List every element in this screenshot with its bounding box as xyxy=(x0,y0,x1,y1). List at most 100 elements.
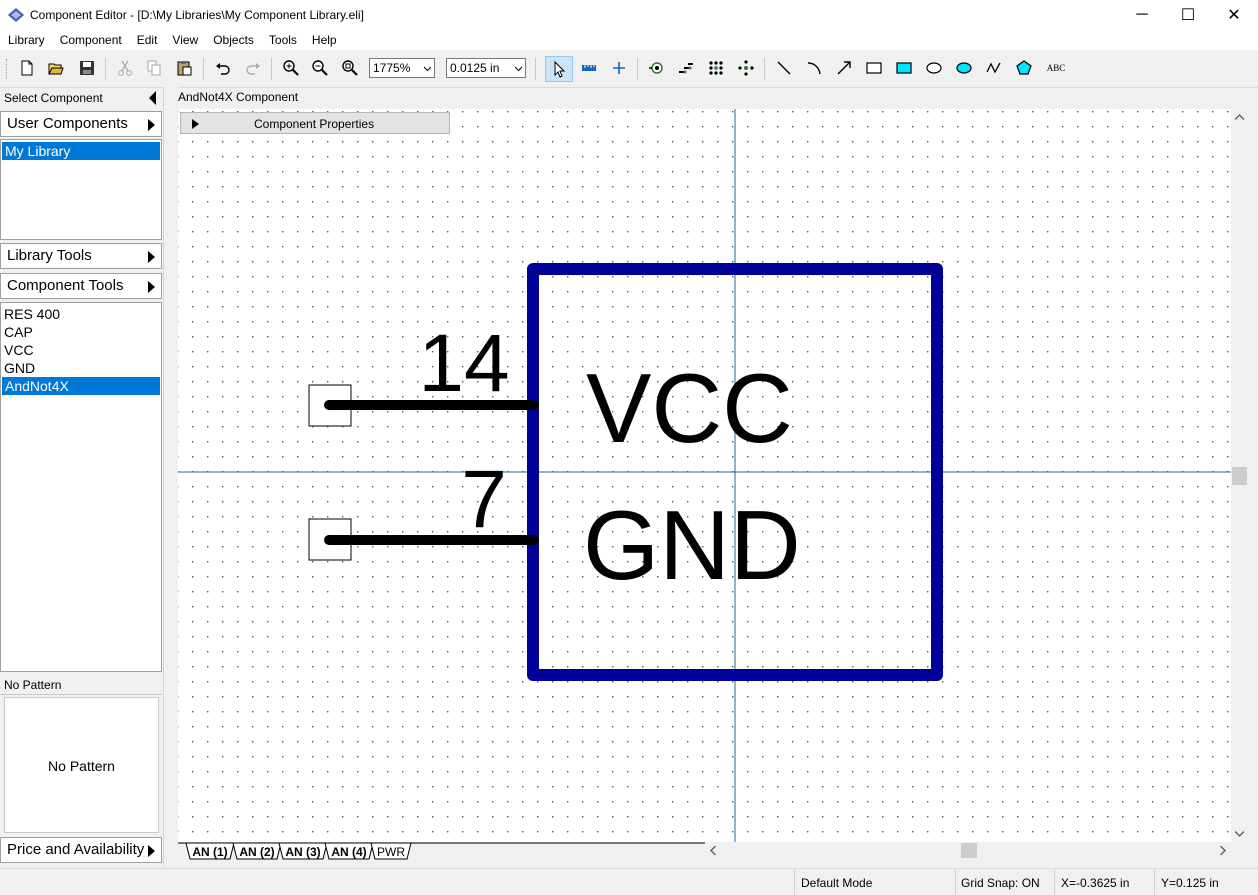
divider xyxy=(955,869,956,895)
tab-strip: AN (1) AN (2) AN (3) AN (4) PWR xyxy=(178,842,705,862)
pin-grid-icon[interactable] xyxy=(705,57,727,79)
polyline-tool-icon[interactable] xyxy=(983,57,1005,79)
pin-cross-icon[interactable] xyxy=(735,57,757,79)
toolbar-separator xyxy=(535,58,536,80)
select-pointer-icon[interactable] xyxy=(545,56,573,82)
redo-icon[interactable] xyxy=(242,57,264,79)
toolbar-separator xyxy=(203,58,204,80)
component-item-gnd[interactable]: GND xyxy=(1,359,161,377)
grid-size-select[interactable]: 0.0125 in xyxy=(446,58,526,78)
user-components-label: User Components xyxy=(7,115,128,132)
expand-arrow-icon xyxy=(148,845,155,857)
add-pin-icon[interactable] xyxy=(645,57,667,79)
zoom-select[interactable]: 1775% xyxy=(369,58,435,78)
component-item-cap[interactable]: CAP xyxy=(1,323,161,341)
divider xyxy=(794,869,795,895)
component-item-vcc[interactable]: VCC xyxy=(1,341,161,359)
tab-an-1[interactable]: AN (1) xyxy=(185,842,235,860)
minimize-button[interactable]: ─ xyxy=(1119,0,1165,30)
panel-splitter[interactable] xyxy=(163,87,178,867)
save-icon[interactable] xyxy=(76,57,98,79)
scroll-up-icon[interactable] xyxy=(1235,114,1244,120)
zoom-out-icon[interactable] xyxy=(309,57,331,79)
vertical-scrollbar[interactable] xyxy=(1231,109,1248,842)
toolbar: 1775% 0.0125 in ABC xyxy=(0,50,1258,88)
maximize-button[interactable]: ☐ xyxy=(1165,0,1211,30)
tab-an-4[interactable]: AN (4) xyxy=(324,842,374,860)
crosshair-icon[interactable] xyxy=(608,57,630,79)
arrow-tool-icon[interactable] xyxy=(833,57,855,79)
component-tools-label: Component Tools xyxy=(7,277,124,294)
canvas-title: AndNot4X Component xyxy=(178,90,299,104)
zoom-fit-icon[interactable] xyxy=(339,57,361,79)
menu-component[interactable]: Component xyxy=(52,30,129,50)
close-button[interactable]: ✕ xyxy=(1211,0,1257,30)
new-icon[interactable] xyxy=(16,57,38,79)
component-tools-button[interactable]: Component Tools xyxy=(0,273,162,299)
arc-tool-icon[interactable] xyxy=(803,57,825,79)
menu-library[interactable]: Library xyxy=(0,30,52,50)
open-icon[interactable] xyxy=(45,57,67,79)
zoom-in-icon[interactable] xyxy=(280,57,302,79)
pattern-preview-text: No Pattern xyxy=(48,758,115,774)
horizontal-scrollbar[interactable] xyxy=(705,842,1231,859)
component-properties-bar[interactable]: Component Properties xyxy=(180,112,450,134)
copy-icon[interactable] xyxy=(143,57,165,79)
library-tools-button[interactable]: Library Tools xyxy=(0,243,162,269)
collapse-panel-icon[interactable] xyxy=(149,91,156,105)
user-components-button[interactable]: User Components xyxy=(0,111,162,137)
menu-objects[interactable]: Objects xyxy=(205,30,261,50)
filled-ellipse-tool-icon[interactable] xyxy=(953,57,975,79)
select-component-label: Select Component xyxy=(4,91,103,105)
scroll-down-icon[interactable] xyxy=(1235,831,1244,837)
text-tool-icon[interactable]: ABC xyxy=(1043,57,1069,79)
menu-tools[interactable]: Tools xyxy=(261,30,304,50)
vertical-scroll-thumb[interactable] xyxy=(1232,467,1247,485)
filled-rectangle-tool-icon[interactable] xyxy=(893,57,915,79)
price-availability-button[interactable]: Price and Availability xyxy=(0,837,162,863)
tab-label: AN (3) xyxy=(285,845,320,859)
status-grid-snap: Grid Snap: ON xyxy=(961,876,1040,890)
toolbar-separator xyxy=(271,58,272,80)
tab-an-2[interactable]: AN (2) xyxy=(232,842,282,860)
ellipse-tool-icon[interactable] xyxy=(923,57,945,79)
toolbar-separator xyxy=(764,58,765,80)
paste-icon[interactable] xyxy=(173,57,195,79)
rectangle-tool-icon[interactable] xyxy=(863,57,885,79)
component-item-andnot4x[interactable]: AndNot4X xyxy=(2,377,160,395)
expand-arrow-icon xyxy=(148,251,155,263)
menu-view[interactable]: View xyxy=(164,30,205,50)
expand-arrow-icon xyxy=(148,281,155,293)
window-title: Component Editor - [D:\My Libraries\My C… xyxy=(30,8,364,22)
tab-label: AN (1) xyxy=(192,845,227,859)
drawing-canvas[interactable]: 14 VCC 7 GND xyxy=(178,109,1231,842)
polygon-tool-icon[interactable] xyxy=(1013,57,1035,79)
undo-icon[interactable] xyxy=(212,57,234,79)
menu-edit[interactable]: Edit xyxy=(129,30,165,50)
schematic-drawing[interactable]: 14 VCC 7 GND xyxy=(178,109,1231,842)
component-list[interactable]: RES 400 CAP VCC GND AndNot4X xyxy=(0,302,162,672)
library-item-my-library[interactable]: My Library xyxy=(2,142,160,160)
horizontal-scroll-thumb[interactable] xyxy=(961,843,977,858)
divider xyxy=(1154,869,1155,895)
pin-array-icon[interactable] xyxy=(675,57,697,79)
pin-name: VCC xyxy=(586,353,793,463)
scroll-right-icon[interactable] xyxy=(1220,846,1226,855)
menu-help[interactable]: Help xyxy=(304,30,344,50)
component-item-res400[interactable]: RES 400 xyxy=(1,305,161,323)
library-list[interactable]: My Library xyxy=(0,139,162,240)
toolbar-separator xyxy=(105,58,106,80)
scroll-left-icon[interactable] xyxy=(710,846,716,855)
ruler-icon[interactable] xyxy=(578,57,600,79)
grid-size-value: 0.0125 in xyxy=(450,61,500,75)
tab-pwr[interactable]: PWR xyxy=(370,842,412,860)
cut-icon[interactable] xyxy=(114,57,136,79)
tab-an-3[interactable]: AN (3) xyxy=(278,842,328,860)
pattern-header: No Pattern xyxy=(4,678,62,692)
status-y-coordinate: Y=0.125 in xyxy=(1161,876,1219,890)
expand-properties-icon[interactable] xyxy=(192,119,199,129)
divider xyxy=(0,694,162,695)
chevron-down-icon xyxy=(515,66,522,72)
tab-label: AN (2) xyxy=(239,845,274,859)
line-tool-icon[interactable] xyxy=(773,57,795,79)
